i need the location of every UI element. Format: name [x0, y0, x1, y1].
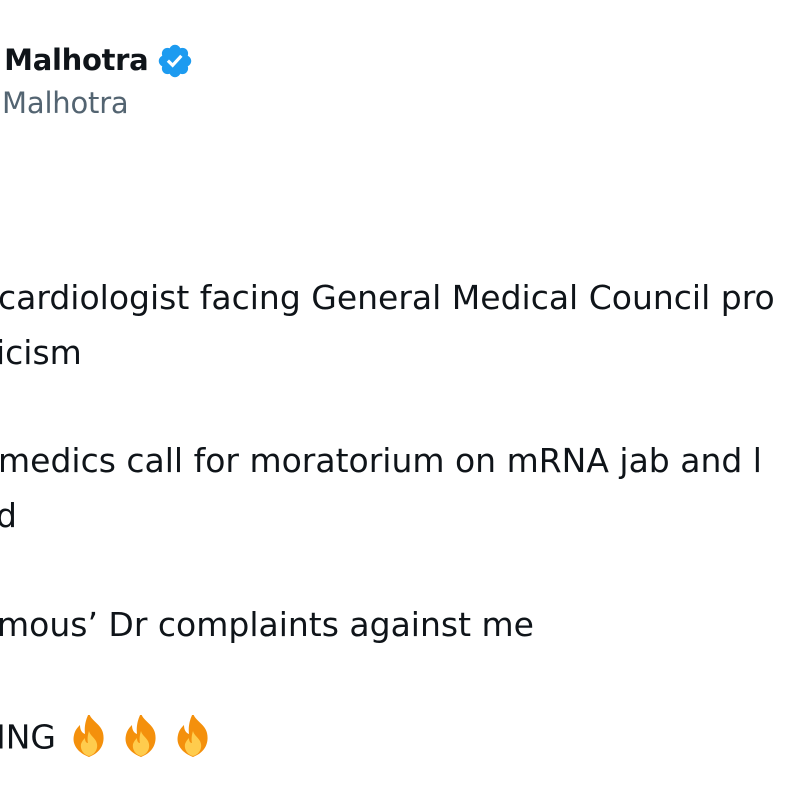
- author-name-row[interactable]: n Malhotra: [0, 38, 194, 82]
- fire-icon: [170, 715, 216, 759]
- author-display-name[interactable]: n Malhotra: [0, 43, 149, 77]
- fire-icon: [118, 715, 164, 759]
- tweet-text-line: ING: [0, 717, 56, 757]
- tweet-header: n Malhotra mMalhotra: [0, 38, 800, 128]
- verified-badge-icon[interactable]: [156, 42, 194, 80]
- author-handle[interactable]: mMalhotra: [0, 86, 129, 120]
- tweet-text-line: icism: [0, 333, 82, 372]
- tweet-text-line: mous’ Dr complaints against me: [0, 605, 534, 644]
- fire-emoji-group: [66, 715, 222, 759]
- fire-icon: [66, 715, 112, 759]
- tweet-text-line: cardiologist facing General Medical Coun…: [0, 278, 775, 317]
- tweet-text-line: d: [0, 496, 17, 535]
- tweet-text-line: medics call for moratorium on mRNA jab a…: [0, 441, 762, 480]
- tweet-last-line: ING: [0, 715, 796, 763]
